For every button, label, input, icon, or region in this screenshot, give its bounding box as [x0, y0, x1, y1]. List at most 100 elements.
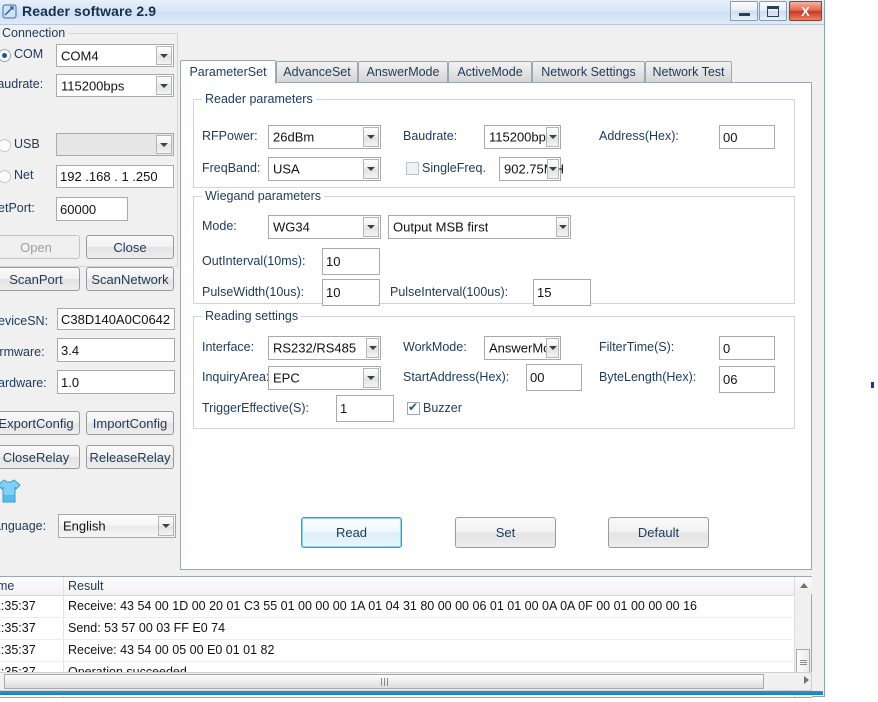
- language-select[interactable]: English: [58, 514, 176, 538]
- workmode-select[interactable]: AnswerMo: [484, 336, 561, 360]
- freqband-select[interactable]: USA: [268, 157, 381, 181]
- firmware-label: Firmware:: [0, 345, 45, 359]
- client-area: Connection COM COM4 Baudrate: 115200bps …: [0, 25, 823, 695]
- app-icon: [2, 4, 17, 19]
- chevron-down-icon[interactable]: [366, 338, 379, 358]
- baudrate-select[interactable]: 115200bps: [56, 74, 174, 97]
- inquiryarea-select[interactable]: EPC: [268, 366, 381, 390]
- chevron-down-icon[interactable]: [363, 159, 379, 179]
- triggereffective-field[interactable]: 1: [336, 395, 394, 422]
- buzzer-checkbox[interactable]: [407, 402, 420, 415]
- reader-baudrate-label: Baudrate:: [403, 129, 457, 143]
- scroll-up-button[interactable]: [795, 577, 812, 594]
- chevron-down-icon[interactable]: [547, 159, 559, 179]
- maximize-icon: [760, 2, 786, 20]
- close-button[interactable]: X: [789, 1, 822, 21]
- filtertime-field[interactable]: 0: [719, 336, 775, 360]
- log-column-result: Result: [68, 579, 103, 593]
- singlefreq-select[interactable]: 902.75MH: [499, 157, 561, 181]
- chevron-down-icon[interactable]: [363, 368, 379, 388]
- chevron-down-icon[interactable]: [546, 127, 559, 147]
- log-row[interactable]: 12:35:37 Send: 53 57 00 03 FF E0 74: [0, 618, 793, 640]
- log-row-result: Send: 53 57 00 03 FF E0 74: [68, 621, 225, 635]
- tab-network-test[interactable]: Network Test: [645, 61, 732, 83]
- chevron-down-icon[interactable]: [556, 217, 569, 237]
- log-row[interactable]: 12:35:37 Receive: 43 54 00 05 00 E0 01 0…: [0, 640, 793, 662]
- exportconfig-button[interactable]: ExportConfig: [0, 411, 80, 435]
- bytelength-label: ByteLength(Hex):: [599, 370, 696, 384]
- com-label: COM: [14, 47, 43, 61]
- chevron-down-icon[interactable]: [363, 217, 379, 237]
- log-row-time: 12:35:37: [0, 643, 36, 657]
- tab-activemode[interactable]: ActiveMode: [448, 61, 532, 83]
- hardware-label: Hardware:: [0, 376, 47, 390]
- wiegand-parameters-title: Wiegand parameters: [202, 189, 324, 203]
- workmode-value: AnswerMo: [489, 341, 550, 356]
- outinterval-field[interactable]: 10: [322, 248, 380, 275]
- close-button-connection[interactable]: Close: [86, 235, 174, 259]
- ip-address-field[interactable]: 192 .168 . 1 .250: [56, 165, 174, 188]
- chevron-down-icon[interactable]: [158, 516, 174, 536]
- connection-group-title: Connection: [0, 26, 68, 40]
- default-button[interactable]: Default: [608, 517, 709, 548]
- usb-device-select[interactable]: [56, 133, 174, 156]
- chevron-right-icon[interactable]: [804, 676, 809, 684]
- wiegand-order-select[interactable]: Output MSB first: [388, 215, 571, 239]
- window-horizontal-scrollbar[interactable]: [0, 672, 812, 691]
- com-port-select[interactable]: COM4: [56, 44, 174, 67]
- log-row-time: 12:35:37: [0, 599, 36, 613]
- releaserelay-button[interactable]: ReleaseRelay: [86, 445, 174, 469]
- address-field[interactable]: 00: [719, 125, 775, 149]
- pulsewidth-label: PulseWidth(10us):: [202, 285, 304, 299]
- pulseinterval-field[interactable]: 15: [533, 279, 591, 306]
- chevron-down-icon[interactable]: [363, 127, 379, 147]
- minimize-button[interactable]: [730, 1, 758, 21]
- bytelength-field[interactable]: 06: [719, 366, 775, 393]
- tab-parameterset[interactable]: ParameterSet: [180, 60, 276, 84]
- devicesn-label: DeviceSN:: [0, 314, 48, 328]
- desktop-artifact: [871, 382, 874, 388]
- chevron-down-icon[interactable]: [156, 135, 172, 154]
- freqband-value: USA: [273, 162, 300, 177]
- grip-icon: [800, 659, 807, 666]
- scannetwork-button[interactable]: ScanNetwork: [86, 267, 174, 291]
- left-panel: Connection COM COM4 Baudrate: 115200bps …: [0, 25, 180, 550]
- reader-baudrate-select[interactable]: 115200bp:: [484, 125, 561, 149]
- tab-answermode[interactable]: AnswerMode: [358, 61, 448, 83]
- set-button[interactable]: Set: [455, 517, 556, 548]
- minimize-icon: [731, 2, 757, 20]
- log-column-time: Time: [0, 579, 14, 593]
- read-button[interactable]: Read: [301, 517, 402, 548]
- chevron-down-icon[interactable]: [156, 46, 172, 65]
- closerelay-button[interactable]: CloseRelay: [0, 445, 80, 469]
- netport-field[interactable]: 60000: [56, 197, 128, 221]
- singlefreq-checkbox[interactable]: [406, 162, 419, 175]
- interface-select[interactable]: RS232/RS485: [268, 336, 381, 360]
- right-panel: ParameterSet AdvanceSet AnswerMode Activ…: [180, 35, 812, 570]
- chevron-down-icon[interactable]: [546, 338, 559, 358]
- tab-network-settings[interactable]: Network Settings: [532, 61, 645, 83]
- rfpower-select[interactable]: 26dBm: [268, 125, 381, 149]
- importconfig-button[interactable]: ImportConfig: [86, 411, 174, 435]
- tshirt-icon[interactable]: [0, 477, 24, 505]
- freqband-label: FreqBand:: [202, 161, 260, 175]
- maximize-button[interactable]: [759, 1, 787, 21]
- startaddress-field[interactable]: 00: [526, 364, 582, 391]
- firmware-field: 3.4: [57, 338, 175, 362]
- address-label: Address(Hex):: [599, 129, 679, 143]
- log-row[interactable]: 12:35:37 Receive: 43 54 00 1D 00 20 01 C…: [0, 596, 793, 618]
- open-button[interactable]: Open: [0, 235, 80, 259]
- grip-icon: [380, 673, 389, 691]
- reader-parameters-title: Reader parameters: [202, 92, 316, 106]
- inquiryarea-label: InquiryArea:: [202, 370, 269, 384]
- buzzer-label: Buzzer: [423, 401, 462, 415]
- chevron-down-icon[interactable]: [156, 76, 172, 95]
- pulsewidth-field[interactable]: 10: [322, 279, 380, 306]
- scanport-button[interactable]: ScanPort: [0, 267, 80, 291]
- usb-label: USB: [14, 137, 40, 151]
- filtertime-label: FilterTime(S):: [599, 340, 674, 354]
- hscroll-thumb[interactable]: [4, 674, 764, 689]
- wiegand-mode-select[interactable]: WG34: [268, 215, 381, 239]
- tab-advanceset[interactable]: AdvanceSet: [276, 61, 358, 83]
- baudrate-value: 115200bps: [61, 78, 124, 93]
